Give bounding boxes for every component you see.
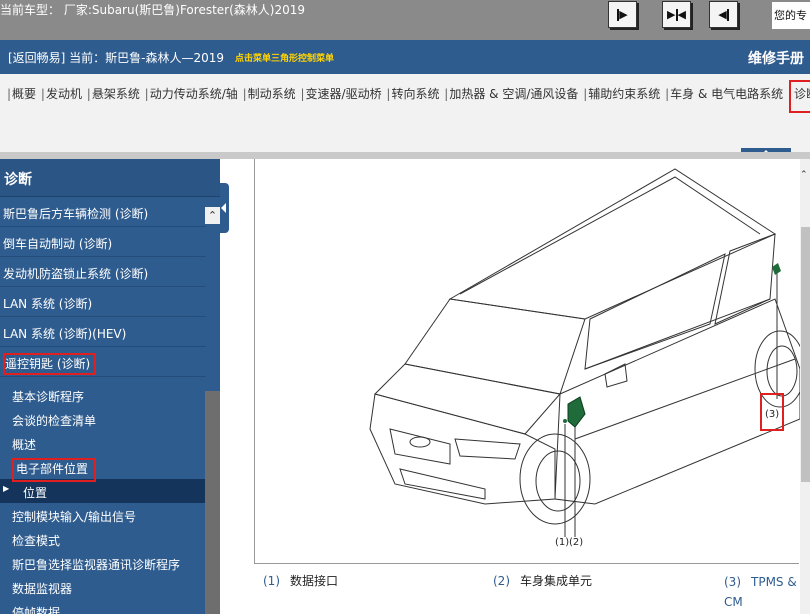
menu-item-restraints[interactable]: 辅助约束系统 <box>588 87 660 101</box>
page-title: 维修手册 <box>748 51 804 67</box>
menu-item-body-electrical[interactable]: 车身 & 电气电路系统 <box>670 87 783 101</box>
menu-item-brakes[interactable]: 制动系统 <box>248 87 296 101</box>
sidebar-subitem-io-signals[interactable]: 控制模块输入/输出信号 <box>0 503 206 527</box>
menu-item-hvac[interactable]: 加热器 & 空调/通风设备 <box>449 87 578 101</box>
legend-item-3: (3) TPMS & CM <box>724 575 797 609</box>
double-arrow-button[interactable]: ▶ ◀ <box>662 1 691 28</box>
vehicle-illustration: (1) (2) (3) <box>369 168 806 548</box>
selected-arrow-icon: ▶ <box>3 484 10 493</box>
sidebar-subitem-component-location[interactable]: 电子部件位置 <box>0 455 206 482</box>
callout-3: (3) <box>765 409 779 420</box>
content-area: (1) (2) (3) (1) 数据接口 (2) 车身集成单元 (3) TPMS & … <box>229 159 810 614</box>
play-previous-icon: ◀ <box>718 8 729 21</box>
top-bar: 当前车型： 厂家:Subaru(斯巴鲁)Forester(森林人)2019 ▶ … <box>0 0 810 40</box>
sidebar-subitem-location[interactable]: ▶ 位置 <box>0 479 206 503</box>
callout-1: (1) <box>555 537 569 548</box>
header-bar: [返回畅易] 当前：斯巴鲁-森林人—2019 点击菜单三角形控制菜单 维修手册 <box>0 40 810 74</box>
menu-item-steering[interactable]: 转向系统 <box>391 87 439 101</box>
main-menu: |概要 |发动机 |悬架系统 |动力传动系统/轴 |制动系统 |变速器/驱动桥 … <box>0 74 810 152</box>
menu-item-engine[interactable]: 发动机 <box>46 87 82 101</box>
sidebar-subitem-check-mode[interactable]: 检查模式 <box>0 527 206 551</box>
previous-page-button[interactable]: ◀ <box>709 1 738 28</box>
legend-item-1: (1) 数据接口 <box>263 574 339 588</box>
menu-items: |概要 |发动机 |悬架系统 |动力传动系统/轴 |制动系统 |变速器/驱动桥 … <box>6 80 810 113</box>
sidebar: 诊断 斯巴鲁后方车辆检测 (诊断) 倒车自动制动 (诊断) 发动机防盗锁止系统 … <box>0 159 220 614</box>
sidebar-item-lan-hev[interactable]: LAN 系统 (诊断)(HEV) <box>0 317 206 347</box>
sidebar-subitem-overview[interactable]: 概述 <box>0 431 206 455</box>
body-integrated-unit-marker <box>567 396 586 428</box>
sidebar-item-keyless-remote[interactable]: 遥控钥匙 (诊断) <box>0 347 206 377</box>
data-connector-marker <box>563 419 567 423</box>
current-vehicle-label: 当前车型： 厂家:Subaru(斯巴鲁)Forester(森林人)2019 <box>0 3 305 17</box>
sidebar-scroll-up-button[interactable]: ⌃ <box>205 207 220 224</box>
legend-item-2: (2) 车身集成单元 <box>493 574 593 588</box>
back-link[interactable]: [返回畅易] 当前：斯巴鲁-森林人—2019 <box>8 49 224 66</box>
content-scroll-up-icon[interactable]: ⌃ <box>800 170 808 180</box>
user-info: 您的专 <box>772 2 810 29</box>
menu-hint: 点击菜单三角形控制菜单 <box>235 54 335 64</box>
menu-item-diagnostics[interactable]: 诊断 <box>788 80 810 113</box>
content-scrollbar-thumb[interactable] <box>801 227 810 482</box>
tpms-marker <box>772 263 781 275</box>
divider <box>0 152 810 159</box>
menu-item-overview[interactable]: 概要 <box>12 87 36 101</box>
sidebar-item-immobilizer[interactable]: 发动机防盗锁止系统 (诊断) <box>0 257 206 287</box>
sidebar-item-reverse-auto-brake[interactable]: 倒车自动制动 (诊断) <box>0 227 206 257</box>
menu-item-suspension[interactable]: 悬架系统 <box>92 87 140 101</box>
double-arrow-icon: ▶ ◀ <box>667 8 686 21</box>
sidebar-subitem-basic-procedure[interactable]: 基本诊断程序 <box>0 383 206 407</box>
sidebar-subitem-freeze-frame[interactable]: 停帧数据 <box>0 599 206 614</box>
sidebar-toggle-button[interactable] <box>220 183 229 233</box>
sidebar-title: 诊断 <box>0 159 220 197</box>
next-page-button[interactable]: ▶ <box>608 1 637 28</box>
callout-2: (2) <box>569 537 583 548</box>
sidebar-item-rear-vehicle-detection[interactable]: 斯巴鲁后方车辆检测 (诊断) <box>0 197 206 227</box>
play-next-icon: ▶ <box>617 8 628 21</box>
vehicle-diagram: (1) (2) (3) <box>254 159 806 564</box>
sidebar-scrollbar-thumb[interactable] <box>205 391 220 614</box>
sidebar-subitem-interview-checklist[interactable]: 会谈的检查清单 <box>0 407 206 431</box>
sidebar-subitem-data-monitor[interactable]: 数据监视器 <box>0 575 206 599</box>
menu-item-driveline[interactable]: 动力传动系统/轴 <box>150 87 238 101</box>
sidebar-subitem-monitor-comm[interactable]: 斯巴鲁选择监视器通讯诊断程序 <box>0 551 206 575</box>
sidebar-item-lan[interactable]: LAN 系统 (诊断) <box>0 287 206 317</box>
menu-item-transmission[interactable]: 变速器/驱动桥 <box>306 87 382 101</box>
